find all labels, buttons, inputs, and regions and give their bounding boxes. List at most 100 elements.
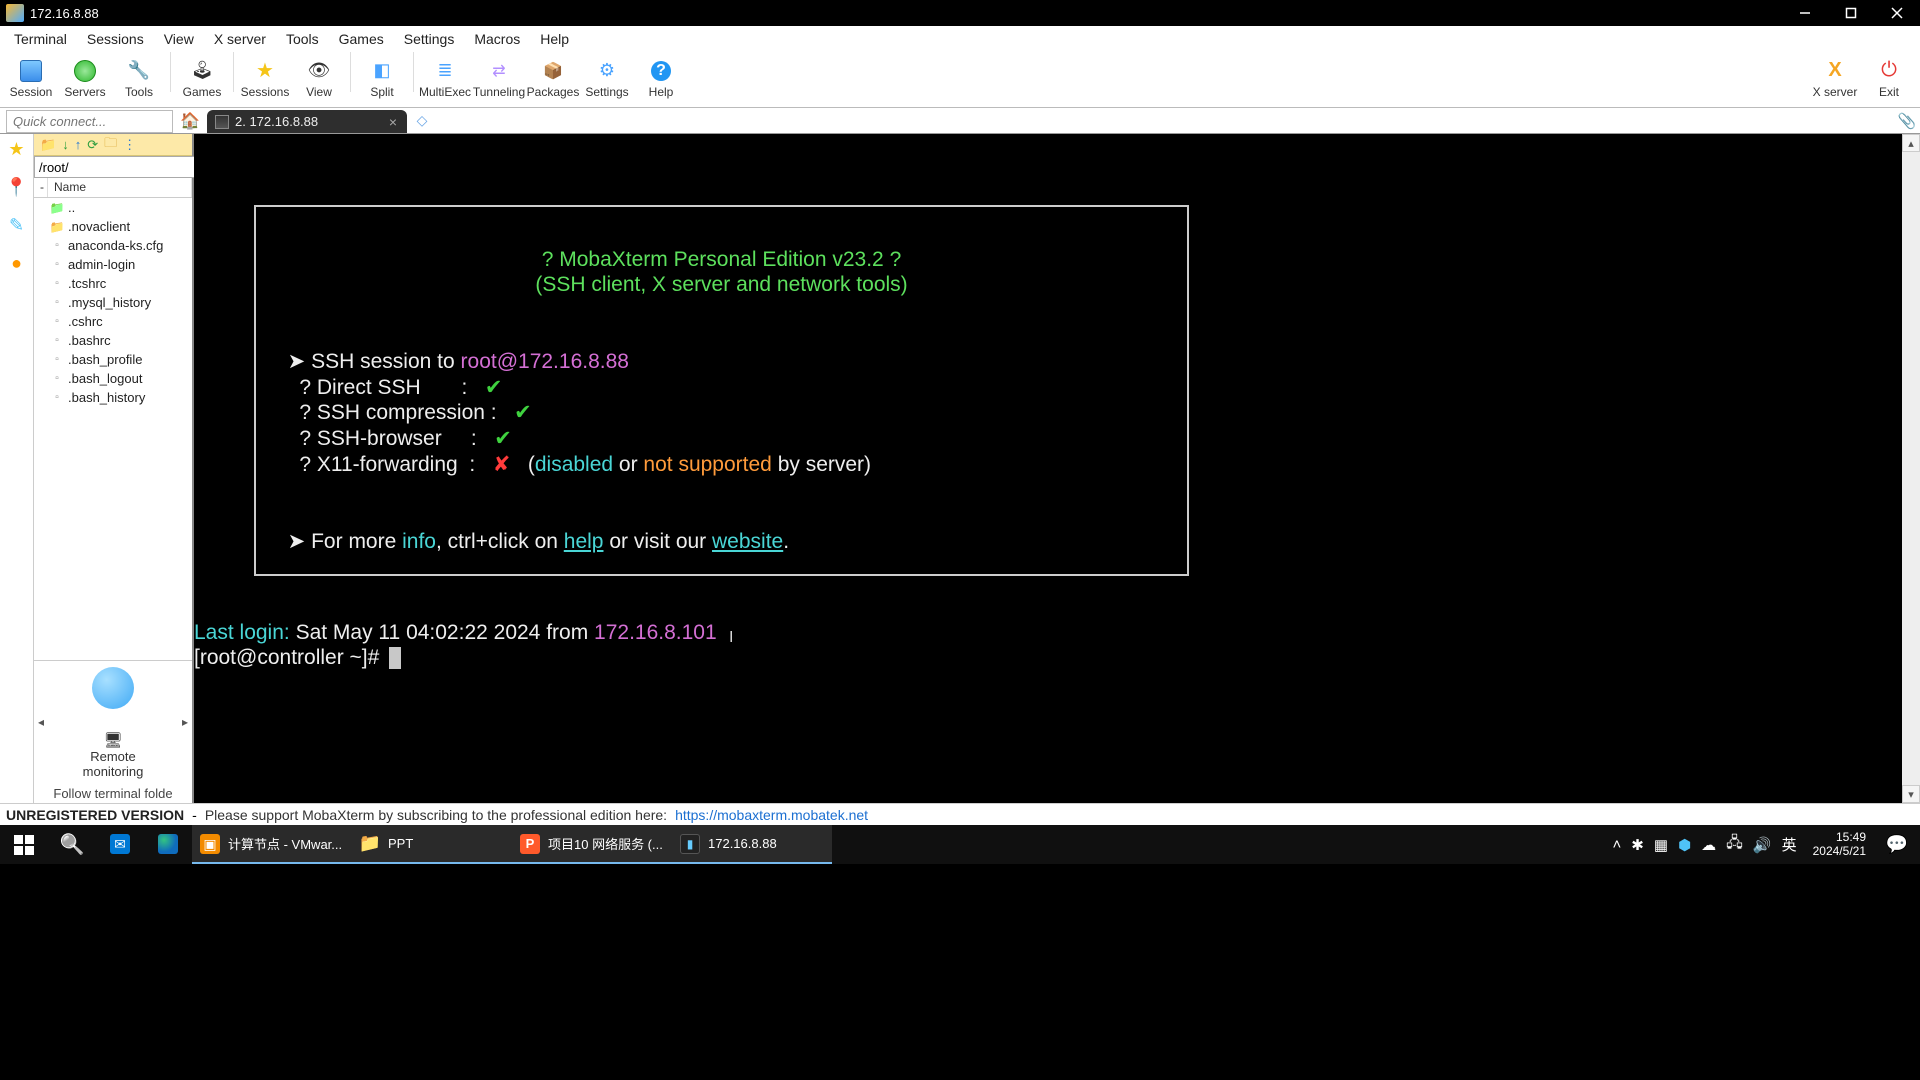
tab-close-button[interactable]: × [389, 114, 397, 130]
menu-terminal[interactable]: Terminal [4, 28, 77, 50]
taskbar-mail[interactable] [96, 825, 144, 864]
home-tab-button[interactable]: 🏠 [175, 108, 205, 133]
menu-help[interactable]: Help [530, 28, 579, 50]
xserver-button[interactable]: XX server [1808, 52, 1862, 106]
menu-settings[interactable]: Settings [394, 28, 465, 50]
menu-sessions[interactable]: Sessions [77, 28, 154, 50]
scrollbar-up-arrow[interactable]: ▴ [1902, 134, 1920, 152]
tray-ime-label[interactable]: 英 [1782, 834, 1797, 855]
help-button[interactable]: Help [634, 52, 688, 106]
sftp-more-icon[interactable]: ⋮ [123, 137, 136, 153]
remote-monitoring-orb-icon [92, 667, 134, 709]
remote-monitoring-widget[interactable] [92, 665, 134, 715]
sftp-file-row[interactable]: .bash_profile [34, 350, 192, 369]
terminal-scrollbar[interactable]: ▴ ▾ [1902, 134, 1920, 803]
menu-tools[interactable]: Tools [276, 28, 329, 50]
split-button[interactable]: Split [355, 52, 409, 106]
session-button[interactable]: Session [4, 52, 58, 106]
taskbar-ppt[interactable]: PPT [352, 825, 512, 864]
file-icon [50, 372, 64, 386]
shell-prompt: [root@controller ~]# [194, 646, 385, 669]
xserver-icon: X [1824, 60, 1846, 82]
sftp-upload-icon[interactable]: ↓ [62, 137, 69, 152]
taskbar-edge[interactable] [144, 825, 192, 864]
sftp-file-row[interactable]: .bash_history [34, 388, 192, 407]
sessions-icon [254, 60, 276, 82]
action-center-button[interactable]: 💬 [1874, 825, 1920, 864]
sftp-folder-icon[interactable]: 📁 [40, 137, 56, 153]
dot-icon[interactable]: ● [6, 252, 28, 274]
menu-games[interactable]: Games [329, 28, 394, 50]
attachment-icon[interactable]: 📎 [1894, 108, 1920, 133]
left-tool-strip: ★ 📍 ✎ ● [0, 134, 34, 803]
quick-connect-box[interactable] [6, 110, 173, 133]
sftp-file-row[interactable]: .cshrc [34, 312, 192, 331]
terminal-pane[interactable]: ? MobaXterm Personal Edition v23.2 ? (SS… [194, 134, 1902, 803]
games-button[interactable]: Games [175, 52, 229, 106]
brush-icon[interactable]: ✎ [6, 214, 28, 236]
sftp-download-icon[interactable]: ↑ [75, 137, 82, 152]
servers-button[interactable]: Servers [58, 52, 112, 106]
sftp-file-name: .novaclient [68, 219, 130, 234]
sftp-file-row[interactable]: .novaclient [34, 217, 192, 236]
new-tab-button[interactable]: ◇ [407, 108, 437, 133]
window-maximize-button[interactable] [1828, 0, 1874, 26]
sftp-file-row[interactable]: .bashrc [34, 331, 192, 350]
multiexec-button[interactable]: MultiExec [418, 52, 472, 106]
tray-ext2-icon[interactable]: ▦ [1654, 836, 1668, 854]
banner-help-link[interactable]: help [564, 530, 604, 553]
tray-onedrive-icon[interactable]: ☁ [1701, 836, 1716, 854]
tray-volume-icon[interactable]: 🔊 [1753, 836, 1772, 854]
view-button[interactable]: View [292, 52, 346, 106]
tray-shield-icon[interactable]: ⬢ [1678, 836, 1691, 854]
sftp-file-row[interactable]: .tcshrc [34, 274, 192, 293]
remote-monitoring-label-block[interactable]: 🖥 Remote monitoring [83, 729, 144, 783]
tools-button[interactable]: Tools [112, 52, 166, 106]
sftp-newfolder-icon[interactable]: 🗀 [104, 134, 117, 156]
taskbar-wps-icon [520, 834, 540, 854]
tray-ext1-icon[interactable]: ✱ [1631, 836, 1644, 854]
taskbar-clock[interactable]: 15:49 2024/5/21 [1805, 831, 1874, 859]
scrollbar-down-arrow[interactable]: ▾ [1902, 785, 1920, 803]
settings-button[interactable]: Settings [580, 52, 634, 106]
quick-connect-input[interactable] [7, 111, 172, 132]
taskbar-wps[interactable]: 项目10 网络服务 (... [512, 825, 672, 864]
window-minimize-button[interactable] [1782, 0, 1828, 26]
taskbar-vmware[interactable]: 计算节点 - VMwar... [192, 825, 352, 864]
session-tab[interactable]: 2. 172.16.8.88 × [207, 110, 407, 133]
taskbar-search-button[interactable] [48, 825, 96, 864]
tunneling-button[interactable]: Tunneling [472, 52, 526, 106]
menu-x-server[interactable]: X server [204, 28, 276, 50]
menu-view[interactable]: View [154, 28, 204, 50]
sftp-header-expand[interactable]: - [34, 178, 48, 197]
packages-icon [542, 60, 564, 82]
window-close-button[interactable] [1874, 0, 1920, 26]
menubar: TerminalSessionsViewX serverToolsGamesSe… [0, 26, 1920, 51]
sftp-file-row[interactable]: .. [34, 198, 192, 217]
sftp-file-row[interactable]: admin-login [34, 255, 192, 274]
sftp-refresh-icon[interactable]: ⟳ [87, 137, 98, 153]
sftp-header-name[interactable]: Name [48, 178, 192, 197]
exit-button[interactable]: Exit [1862, 52, 1916, 106]
statusbar-link[interactable]: https://mobaxterm.mobatek.net [675, 807, 868, 823]
banner-website-link[interactable]: website [712, 530, 783, 553]
scrollbar-track[interactable] [1902, 152, 1920, 785]
sftp-file-row[interactable]: .mysql_history [34, 293, 192, 312]
tray-chevron-up-icon[interactable]: ˄ [1613, 836, 1622, 853]
tray-network-icon[interactable]: 🖧 [1726, 832, 1743, 857]
scroll-left-icon[interactable]: ◂ [38, 715, 44, 729]
file-icon [50, 239, 64, 253]
start-button[interactable] [0, 825, 48, 864]
remote-monitoring-label2: monitoring [83, 764, 144, 779]
sftp-file-row[interactable]: anaconda-ks.cfg [34, 236, 192, 255]
menu-macros[interactable]: Macros [464, 28, 530, 50]
sftp-file-row[interactable]: .bash_logout [34, 369, 192, 388]
sessions-button[interactable]: Sessions [238, 52, 292, 106]
follow-terminal-checkbox[interactable]: Follow terminal folde [49, 783, 176, 803]
scroll-right-icon[interactable]: ▸ [182, 715, 188, 729]
taskbar-mobaxterm[interactable]: 172.16.8.88 [672, 825, 832, 864]
packages-button[interactable]: Packages [526, 52, 580, 106]
favorites-icon[interactable]: ★ [6, 138, 28, 160]
globe-small-icon[interactable]: 📍 [6, 176, 28, 198]
sftp-path-input[interactable] [34, 156, 220, 178]
